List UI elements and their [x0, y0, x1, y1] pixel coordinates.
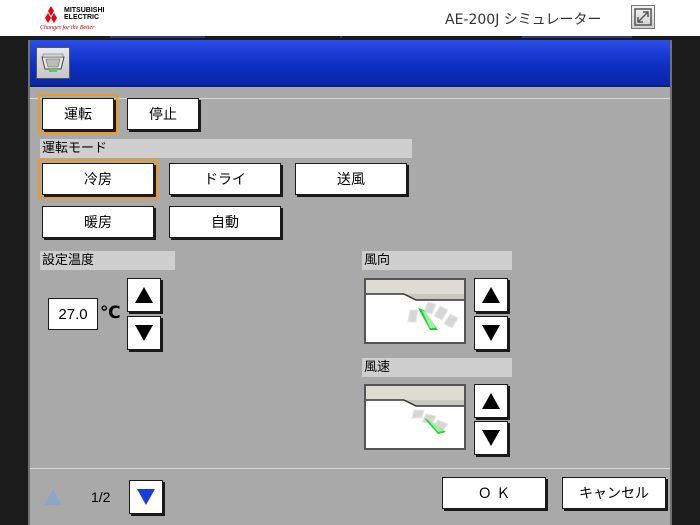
section-divider	[30, 98, 670, 99]
next-page-button[interactable]	[129, 480, 163, 514]
three-diamonds-icon	[45, 6, 57, 23]
airflow-direction-section-label: 風向	[362, 251, 512, 270]
brand-logo: MITSUBISHI ELECTRIC Changes for the Bett…	[40, 4, 150, 34]
triangle-up-icon	[482, 287, 500, 303]
frame-accent	[110, 36, 205, 38]
mode-dry-button[interactable]: ドライ	[169, 163, 281, 195]
airflow-direction-down-button[interactable]	[474, 316, 508, 350]
airflow-direction-illustration	[366, 280, 464, 330]
brand-name-line1: MITSUBISHI	[64, 7, 105, 14]
page-indicator: 1/2	[91, 489, 111, 505]
brand-name: MITSUBISHI ELECTRIC	[64, 7, 104, 21]
brand-name-line2: ELECTRIC	[64, 14, 99, 21]
airflow-direction-up-button[interactable]	[474, 278, 508, 312]
app-header: MITSUBISHI ELECTRIC Changes for the Bett…	[0, 0, 700, 36]
screen-title-bar	[30, 40, 670, 87]
resize-icon	[634, 8, 652, 26]
previous-page-button[interactable]	[36, 480, 70, 514]
page-up-arrow-icon	[44, 489, 62, 505]
cancel-button[interactable]: キャンセル	[562, 477, 666, 509]
triangle-down-icon	[482, 325, 500, 341]
mode-section-label: 運転モード	[40, 139, 412, 158]
mode-fan-button[interactable]: 送風	[295, 163, 407, 195]
ok-button[interactable]: Ｏ Ｋ	[442, 477, 546, 509]
temperature-up-button[interactable]	[127, 278, 161, 312]
temperature-section-label: 設定温度	[40, 251, 175, 270]
mode-auto-button[interactable]: 自動	[169, 206, 281, 238]
control-screen: 運転 停止 運転モード 冷房 ドライ 送風 暖房 自動 設定温度 27.0 ℃ …	[28, 40, 672, 525]
stop-button[interactable]: 停止	[127, 98, 199, 130]
fan-speed-preview	[364, 384, 466, 450]
page-down-arrow-icon	[137, 489, 155, 505]
fan-speed-illustration	[366, 386, 464, 434]
fan-speed-up-button[interactable]	[474, 384, 508, 418]
mode-cool-button[interactable]: 冷房	[38, 159, 158, 199]
airflow-direction-preview	[364, 278, 466, 344]
temperature-down-button[interactable]	[127, 316, 161, 350]
triangle-up-icon	[135, 287, 153, 303]
temperature-value: 27.0	[48, 298, 98, 330]
triangle-down-icon	[482, 430, 500, 446]
fan-speed-section-label: 風速	[362, 358, 512, 377]
frame-tick	[340, 36, 342, 38]
frame-accent	[522, 36, 632, 38]
triangle-up-icon	[482, 393, 500, 409]
temperature-unit: ℃	[100, 303, 121, 323]
app-title: AE-200J シミュレーター	[445, 12, 602, 28]
ceiling-cassette-icon-graphic	[41, 53, 65, 72]
triangle-down-icon	[135, 325, 153, 341]
fan-speed-down-button[interactable]	[474, 421, 508, 455]
ceiling-cassette-icon	[36, 47, 70, 79]
footer-divider	[30, 468, 670, 469]
resize-button[interactable]	[631, 5, 655, 29]
brand-tagline: Changes for the Better	[40, 25, 95, 31]
run-button[interactable]: 運転	[38, 94, 118, 134]
mode-heat-button[interactable]: 暖房	[42, 206, 154, 238]
